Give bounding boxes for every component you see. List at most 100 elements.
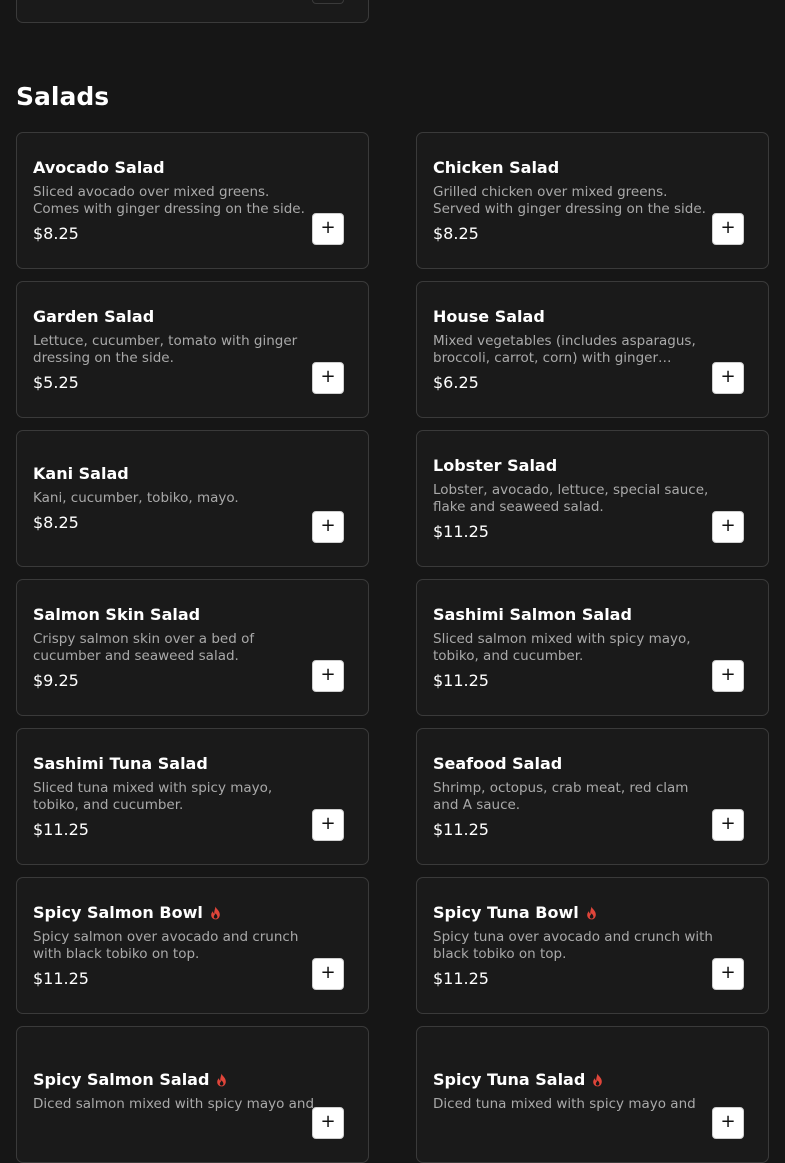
menu-item-name: House Salad — [433, 306, 545, 326]
menu-item-price: $11.25 — [433, 819, 489, 839]
menu-item-title-row: Sashimi Tuna Salad — [33, 754, 332, 774]
menu-item-card[interactable]: Kani Salad Kani, cucumber, tobiko, mayo.… — [16, 430, 369, 567]
menu-item-body: Sashimi Tuna Salad Sliced tuna mixed wit… — [33, 729, 352, 864]
menu-item-title-row: Garden Salad — [33, 307, 332, 327]
menu-item-title-row: Seafood Salad — [433, 754, 732, 774]
menu-item-price: $5.25 — [33, 372, 79, 392]
menu-item-card[interactable]: Spicy Tuna Salad Diced tuna mixed with s… — [416, 1026, 769, 1163]
menu-item-title-row: Lobster Salad — [433, 456, 732, 476]
menu-item-name: Garden Salad — [33, 306, 155, 326]
menu-item-name: Spicy Tuna Bowl — [433, 902, 579, 922]
add-to-cart-button[interactable]: + — [312, 809, 344, 841]
menu-item-body: Spicy Salmon Salad Diced salmon mixed wi… — [33, 1027, 352, 1162]
menu-item-description: Diced salmon mixed with spicy mayo and — [33, 1096, 315, 1112]
menu-item-card[interactable]: Spicy Salmon Bowl Spicy salmon over avoc… — [16, 877, 369, 1014]
menu-item-price: $11.25 — [433, 968, 489, 988]
menu-item-name: Spicy Salmon Bowl — [33, 902, 203, 922]
menu-item-card[interactable]: Spicy Tuna Bowl Spicy tuna over avocado … — [416, 877, 769, 1014]
menu-item-price: $8.25 — [433, 223, 479, 243]
menu-item-name: Lobster Salad — [433, 455, 558, 475]
menu-item-price: $11.25 — [33, 819, 89, 839]
spicy-flame-icon — [585, 906, 598, 920]
menu-item-card[interactable]: Sashimi Tuna Salad Sliced tuna mixed wit… — [16, 728, 369, 865]
menu-item-description: Lettuce, cucumber, tomato with ginger dr… — [33, 332, 298, 366]
add-to-cart-button[interactable]: + — [312, 1107, 344, 1139]
add-to-cart-button[interactable]: + — [712, 1107, 744, 1139]
menu-item-price: $11.25 — [433, 521, 489, 541]
menu-item-title-row: Avocado Salad — [33, 158, 332, 178]
spicy-flame-icon — [215, 1073, 228, 1087]
menu-item-card[interactable]: Avocado Salad Sliced avocado over mixed … — [16, 132, 369, 269]
section-title: Salads — [16, 82, 110, 111]
menu-item-body: Spicy Tuna Salad Diced tuna mixed with s… — [433, 1027, 752, 1162]
spicy-flame-icon — [591, 1073, 604, 1087]
menu-item-body: Chicken Salad Grilled chicken over mixed… — [433, 133, 752, 268]
menu-item-description: Shrimp, octopus, crab meat, red clam and… — [433, 779, 689, 813]
menu-item-price: $11.25 — [433, 670, 489, 690]
menu-item-price: $6.25 — [433, 372, 479, 392]
add-to-cart-button[interactable]: + — [312, 362, 344, 394]
menu-item-description: Diced tuna mixed with spicy mayo and — [433, 1096, 696, 1112]
menu-item-title-row: Spicy Salmon Bowl — [33, 903, 332, 923]
menu-item-name: Seafood Salad — [433, 753, 563, 773]
menu-item-description: Sliced tuna mixed with spicy mayo, tobik… — [33, 779, 273, 813]
menu-item-name: Sashimi Salmon Salad — [433, 604, 632, 624]
menu-item-name: Spicy Salmon Salad — [33, 1070, 210, 1089]
menu-item-title-row: Spicy Tuna Salad — [433, 1070, 732, 1090]
menu-item-title-row: Kani Salad — [33, 464, 332, 484]
menu-item-card[interactable]: Seafood Salad Shrimp, octopus, crab meat… — [416, 728, 769, 865]
add-to-cart-button[interactable]: + — [712, 362, 744, 394]
menu-item-description: Spicy salmon over avocado and crunch wit… — [33, 928, 299, 962]
menu-item-body: Sashimi Salmon Salad Sliced salmon mixed… — [433, 580, 752, 715]
menu-item-title-row: Spicy Salmon Salad — [33, 1070, 332, 1090]
menu-item-body: Garden Salad Lettuce, cucumber, tomato w… — [33, 282, 352, 417]
menu-item-body: Salmon Skin Salad Crispy salmon skin ove… — [33, 580, 352, 715]
menu-item-name: Spicy Tuna Salad — [433, 1070, 586, 1089]
menu-item-card[interactable]: Chicken Salad Grilled chicken over mixed… — [416, 132, 769, 269]
menu-item-body: Spicy Tuna Bowl Spicy tuna over avocado … — [433, 878, 752, 1013]
menu-item-price: $8.25 — [33, 513, 79, 532]
menu-item-price: $9.25 — [33, 670, 79, 690]
menu-item-name: Sashimi Tuna Salad — [33, 753, 208, 773]
menu-item-body: Lobster Salad Lobster, avocado, lettuce,… — [433, 431, 752, 566]
menu-item-description: Mixed vegetables (includes asparagus, br… — [433, 332, 696, 366]
add-to-cart-button[interactable]: + — [712, 660, 744, 692]
add-to-cart-button[interactable]: + — [712, 809, 744, 841]
menu-item-body: Avocado Salad Sliced avocado over mixed … — [33, 133, 352, 268]
add-to-cart-button[interactable]: + — [312, 660, 344, 692]
add-to-cart-button[interactable]: + — [712, 958, 744, 990]
menu-item-title-row: Salmon Skin Salad — [33, 605, 332, 625]
menu-item-title-row: Spicy Tuna Bowl — [433, 903, 732, 923]
menu-item-body: Seafood Salad Shrimp, octopus, crab meat… — [433, 729, 752, 864]
menu-item-body: House Salad Mixed vegetables (includes a… — [433, 282, 752, 417]
menu-item-description: Sliced salmon mixed with spicy mayo, tob… — [433, 630, 691, 664]
menu-item-name: Chicken Salad — [433, 157, 560, 177]
add-to-cart-button[interactable]: + — [312, 958, 344, 990]
menu-item-card[interactable]: House Salad Mixed vegetables (includes a… — [416, 281, 769, 418]
menu-item-description: Sliced avocado over mixed greens. Comes … — [33, 183, 305, 217]
menu-item-body: Kani Salad Kani, cucumber, tobiko, mayo.… — [33, 431, 352, 566]
menu-item-description: Grilled chicken over mixed greens. Serve… — [433, 183, 706, 217]
menu-item-description: Crispy salmon skin over a bed of cucumbe… — [33, 630, 255, 664]
previous-add-button[interactable] — [312, 0, 344, 4]
menu-item-card[interactable]: Lobster Salad Lobster, avocado, lettuce,… — [416, 430, 769, 567]
menu-item-description: Spicy tuna over avocado and crunch with … — [433, 928, 713, 962]
add-to-cart-button[interactable]: + — [712, 213, 744, 245]
menu-item-title-row: Sashimi Salmon Salad — [433, 605, 732, 625]
add-to-cart-button[interactable]: + — [312, 511, 344, 543]
menu-item-price: $8.25 — [33, 223, 79, 243]
add-to-cart-button[interactable]: + — [312, 213, 344, 245]
menu-item-name: Salmon Skin Salad — [33, 604, 201, 624]
menu-item-card[interactable]: Garden Salad Lettuce, cucumber, tomato w… — [16, 281, 369, 418]
menu-item-card[interactable]: Sashimi Salmon Salad Sliced salmon mixed… — [416, 579, 769, 716]
menu-item-name: Avocado Salad — [33, 157, 165, 177]
menu-item-card[interactable]: Salmon Skin Salad Crispy salmon skin ove… — [16, 579, 369, 716]
menu-item-title-row: Chicken Salad — [433, 158, 732, 178]
menu-item-card[interactable]: Spicy Salmon Salad Diced salmon mixed wi… — [16, 1026, 369, 1163]
menu-item-name: Kani Salad — [33, 464, 129, 483]
menu-item-body: Spicy Salmon Bowl Spicy salmon over avoc… — [33, 878, 352, 1013]
menu-items-grid: Avocado Salad Sliced avocado over mixed … — [16, 132, 769, 1163]
previous-menu-item-card — [16, 0, 369, 23]
menu-item-description: Kani, cucumber, tobiko, mayo. — [33, 490, 239, 506]
add-to-cart-button[interactable]: + — [712, 511, 744, 543]
